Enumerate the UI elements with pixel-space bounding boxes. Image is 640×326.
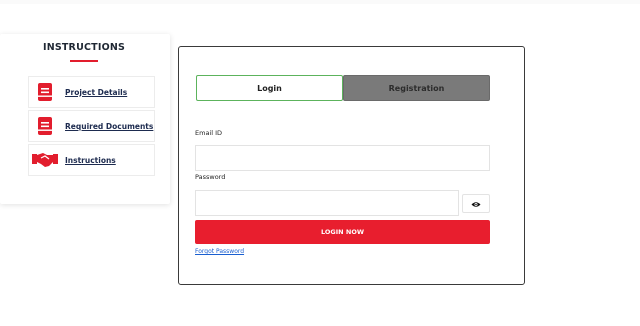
sidebar-item-project-details[interactable]: Project Details bbox=[28, 76, 155, 108]
handshake-icon bbox=[31, 146, 59, 174]
eye-icon bbox=[471, 195, 481, 213]
auth-panel: Login Registration Email ID Password LOG… bbox=[178, 46, 525, 285]
login-now-button[interactable]: LOGIN NOW bbox=[195, 220, 490, 244]
sidebar-item-required-documents[interactable]: Required Documents bbox=[28, 110, 155, 142]
sidebar-item-instructions[interactable]: Instructions bbox=[28, 144, 155, 176]
document-icon bbox=[31, 78, 59, 106]
forgot-password-link[interactable]: Forgot Password bbox=[195, 248, 244, 255]
sidebar-title-underline bbox=[70, 60, 98, 62]
password-field[interactable] bbox=[195, 190, 459, 216]
show-password-button[interactable] bbox=[462, 194, 490, 213]
top-bar bbox=[0, 0, 640, 4]
sidebar-item-label: Required Documents bbox=[65, 121, 154, 131]
instructions-sidebar: INSTRUCTIONS Project Details Required Do… bbox=[0, 34, 170, 204]
sidebar-title: INSTRUCTIONS bbox=[42, 42, 126, 53]
tab-registration[interactable]: Registration bbox=[343, 75, 490, 101]
document-icon bbox=[31, 112, 59, 140]
sidebar-item-label: Instructions bbox=[65, 155, 116, 165]
tab-login[interactable]: Login bbox=[196, 75, 343, 101]
sidebar-item-label: Project Details bbox=[65, 87, 128, 97]
password-label: Password bbox=[195, 173, 226, 181]
email-field[interactable] bbox=[195, 145, 490, 171]
email-label: Email ID bbox=[195, 129, 223, 137]
